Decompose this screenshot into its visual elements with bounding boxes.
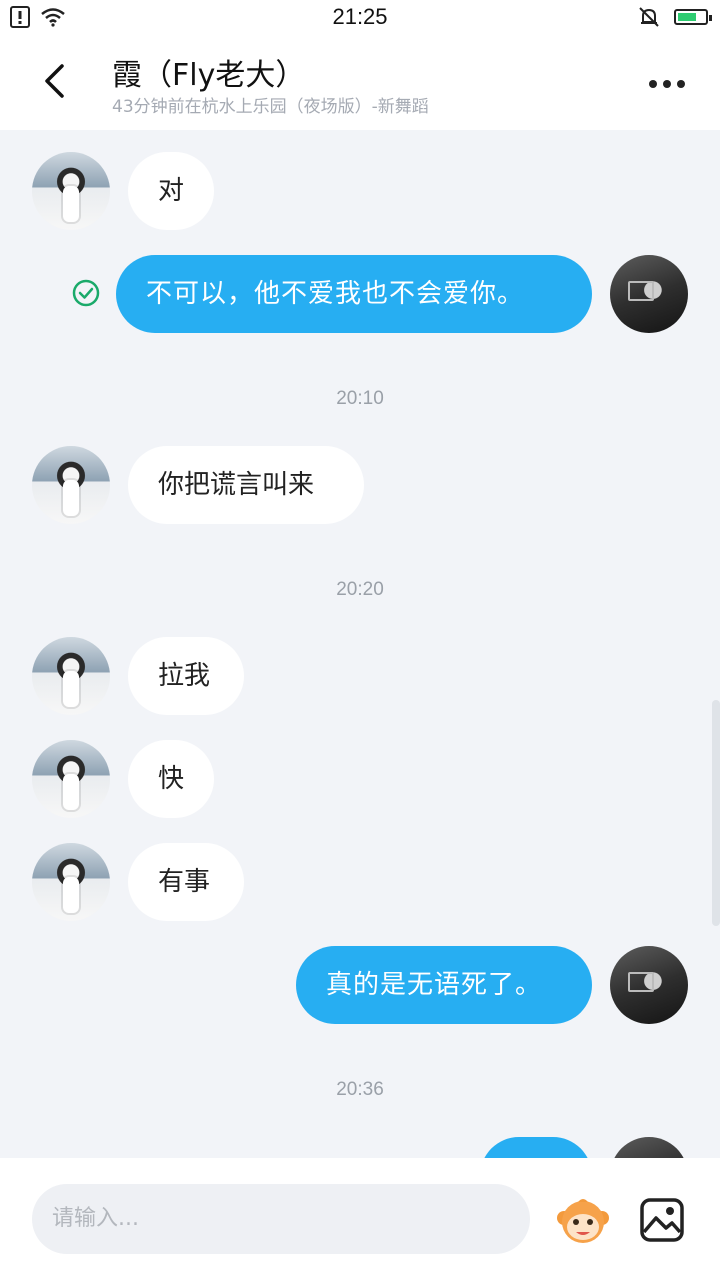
timestamp: 20:20 [336,579,384,600]
my-avatar[interactable] [610,1137,688,1158]
message-bubble-incoming[interactable]: 拉我 [128,637,244,715]
my-avatar[interactable] [610,946,688,1024]
status-bar: 21:25 [0,0,720,34]
message-bubble-incoming[interactable]: 有事 [128,843,244,921]
friend-avatar[interactable] [32,637,110,715]
emoji-monkey-icon[interactable] [556,1194,610,1248]
message-input[interactable]: 请输入... [32,1184,530,1254]
message-bubble-incoming[interactable]: 对 [128,152,214,230]
contact-status: 43分钟前在杭水上乐园（夜场版）-新舞蹈 [112,97,429,117]
my-avatar[interactable] [610,255,688,333]
battery-icon [674,9,712,25]
message-bubble-outgoing[interactable]: 不可以，他不爱我也不会爱你。 [116,255,592,333]
read-check-icon [72,279,100,307]
friend-avatar[interactable] [32,152,110,230]
chat-header: 霞（Fly老大） 43分钟前在杭水上乐园（夜场版）-新舞蹈 [0,34,720,130]
message-bubble-outgoing[interactable] [480,1137,592,1158]
message-bubble-incoming[interactable]: 快 [128,740,214,818]
chevron-left-icon [45,64,64,98]
status-right-icons [638,6,712,28]
chat-messages[interactable]: 对 不可以，他不爱我也不会爱你。 20:10 你把谎言叫来 20:20 拉我 快… [0,130,720,1158]
image-picker-icon[interactable] [638,1196,686,1244]
timestamp: 20:36 [336,1079,384,1100]
friend-avatar[interactable] [32,740,110,818]
scrollbar[interactable] [712,700,720,926]
dot-icon [649,80,657,88]
back-button[interactable] [30,56,80,106]
friend-avatar[interactable] [32,843,110,921]
more-options-button[interactable] [642,64,692,104]
mute-bell-icon [639,7,659,27]
timestamp: 20:10 [336,388,384,409]
input-bar: 请输入... [0,1158,720,1280]
status-time: 21:25 [332,4,388,29]
contact-name: 霞（Fly老大） [112,58,306,93]
message-bubble-incoming[interactable]: 你把谎言叫来 [128,446,364,524]
message-bubble-outgoing[interactable]: 真的是无语死了。 [296,946,592,1024]
friend-avatar[interactable] [32,446,110,524]
dot-icon [663,80,671,88]
dot-icon [677,80,685,88]
